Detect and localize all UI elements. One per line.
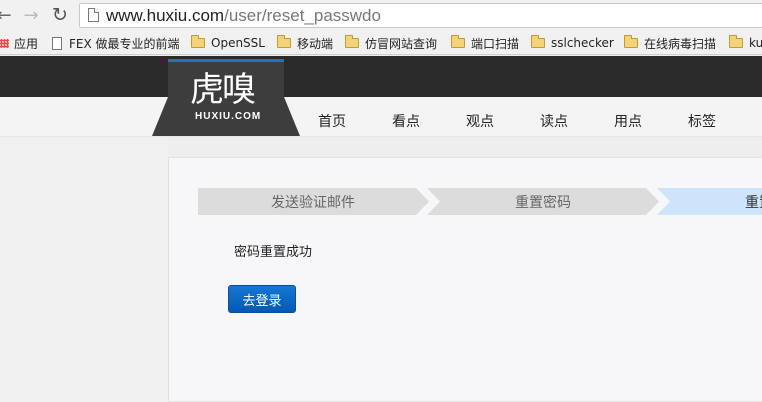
folder-icon — [191, 35, 205, 48]
go-login-button[interactable]: 去登录 — [228, 285, 296, 313]
bookmark-openssl[interactable]: OpenSSL — [191, 35, 265, 51]
address-url: www.huxiu.com/user/reset_passwdo — [106, 6, 381, 25]
reload-icon[interactable]: ↻ — [50, 4, 70, 26]
bookmark-sslchecker[interactable]: sslchecker — [531, 35, 614, 51]
site-nav-bar — [0, 97, 762, 137]
browser-toolbar: ← → ↻ www.huxiu.com/user/reset_passwdo — [0, 0, 762, 31]
back-arrow-icon[interactable]: ← — [0, 4, 14, 26]
site-header — [0, 56, 762, 97]
bookmark-ku[interactable]: ku — [729, 35, 762, 51]
bookmark-phishing-check[interactable]: 仿冒网站查询 — [345, 35, 437, 51]
folder-icon — [451, 35, 465, 48]
bookmark-virus-scan[interactable]: 在线病毒扫描 — [624, 35, 716, 51]
nav-tools[interactable]: 用点 — [614, 111, 642, 131]
bookmark-mobile[interactable]: 移动端 — [277, 35, 333, 51]
step-send-email: 发送验证邮件 — [271, 194, 355, 211]
forward-arrow-icon[interactable]: → — [21, 4, 41, 26]
reset-success-message: 密码重置成功 — [234, 245, 313, 260]
folder-icon — [277, 35, 291, 48]
nav-highlights[interactable]: 看点 — [392, 111, 420, 131]
address-bar[interactable]: www.huxiu.com/user/reset_passwdo — [79, 3, 762, 28]
page-icon — [52, 36, 62, 50]
bookmark-fex[interactable]: FEX 做最专业的前端 — [52, 35, 180, 51]
nav-opinions[interactable]: 观点 — [466, 111, 494, 131]
bookmark-port-scan[interactable]: 端口扫描 — [451, 35, 519, 51]
page-icon — [88, 8, 99, 22]
folder-icon — [624, 35, 638, 48]
page-background — [0, 138, 168, 402]
step-reset-password: 重置密码 — [515, 194, 571, 211]
nav-reading[interactable]: 读点 — [540, 111, 568, 131]
bookmark-apps[interactable]: 应用 — [0, 35, 38, 51]
nav-home[interactable]: 首页 — [318, 111, 346, 131]
step-reset-done: 重置 — [745, 194, 762, 211]
bookmarks-bar: 应用 FEX 做最专业的前端 OpenSSL 移动端 仿冒网站查询 端口扫描 s… — [0, 31, 762, 55]
folder-icon — [531, 35, 545, 48]
nav-tags[interactable]: 标签 — [688, 111, 716, 131]
huxiu-logo[interactable]: 虎嗅 HUXIU.COM — [152, 59, 300, 136]
folder-icon — [729, 35, 743, 48]
apps-icon — [0, 38, 9, 48]
folder-icon — [345, 35, 359, 48]
